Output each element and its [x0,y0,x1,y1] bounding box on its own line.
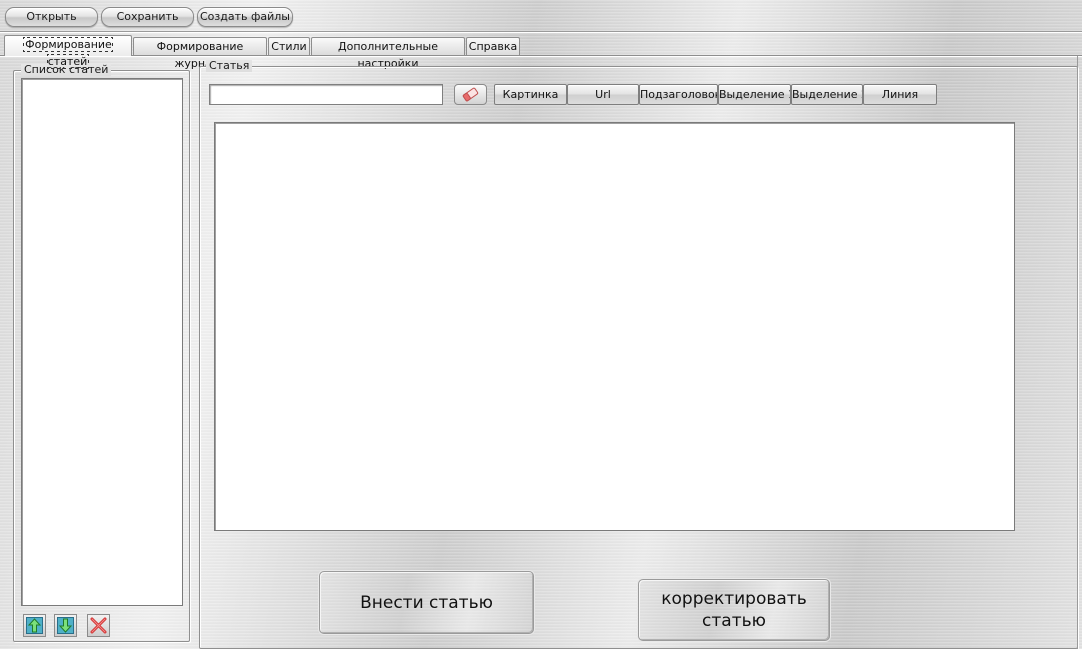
insert-image-button[interactable]: Картинка [494,84,567,105]
insert-url-button[interactable]: Url [567,84,639,105]
tab-label: Справка [468,40,518,53]
move-down-button[interactable] [54,614,77,637]
submit-article-label: Внести статью [360,592,493,613]
tab-help[interactable]: Справка [466,37,520,55]
edit-article-button[interactable]: корректировать статью [638,579,830,641]
insert-line-button[interactable]: Линия [863,84,937,105]
open-button[interactable]: Открыть [5,7,98,27]
save-button[interactable]: Сохранить [101,7,194,27]
tab-additional-settings[interactable]: Дополнительные настройки [311,37,465,70]
delete-button[interactable] [87,614,110,637]
article-body-editor[interactable] [214,122,1015,531]
arrow-up-icon [26,617,43,634]
tab-strip-line [0,55,1082,56]
create-files-button[interactable]: Создать файлы [197,7,293,27]
article-legend: Статья [206,60,253,72]
highlight-2-button[interactable]: Выделение 2 [791,84,863,105]
eraser-icon [462,87,479,102]
arrow-down-icon [57,617,74,634]
submit-article-button[interactable]: Внести статью [319,571,534,634]
toolbar-separator [0,31,1082,32]
insert-subheading-button[interactable]: Подзаголовок [639,84,718,105]
highlight-1-button[interactable]: Выделение 1 [718,84,791,105]
move-up-button[interactable] [23,614,46,637]
edit-article-label: корректировать статью [661,589,807,631]
tab-styles[interactable]: Стили [268,37,310,55]
delete-x-icon [90,617,107,634]
window-edge [1077,56,1078,649]
tab-article-formation[interactable]: Формирование статей [4,35,132,69]
tab-label: Стили [271,40,307,53]
tab-journal-formation[interactable]: Формирование журнала [133,37,267,70]
article-list-box[interactable] [21,78,183,606]
clear-button[interactable] [454,84,487,105]
article-title-input[interactable] [209,84,443,105]
